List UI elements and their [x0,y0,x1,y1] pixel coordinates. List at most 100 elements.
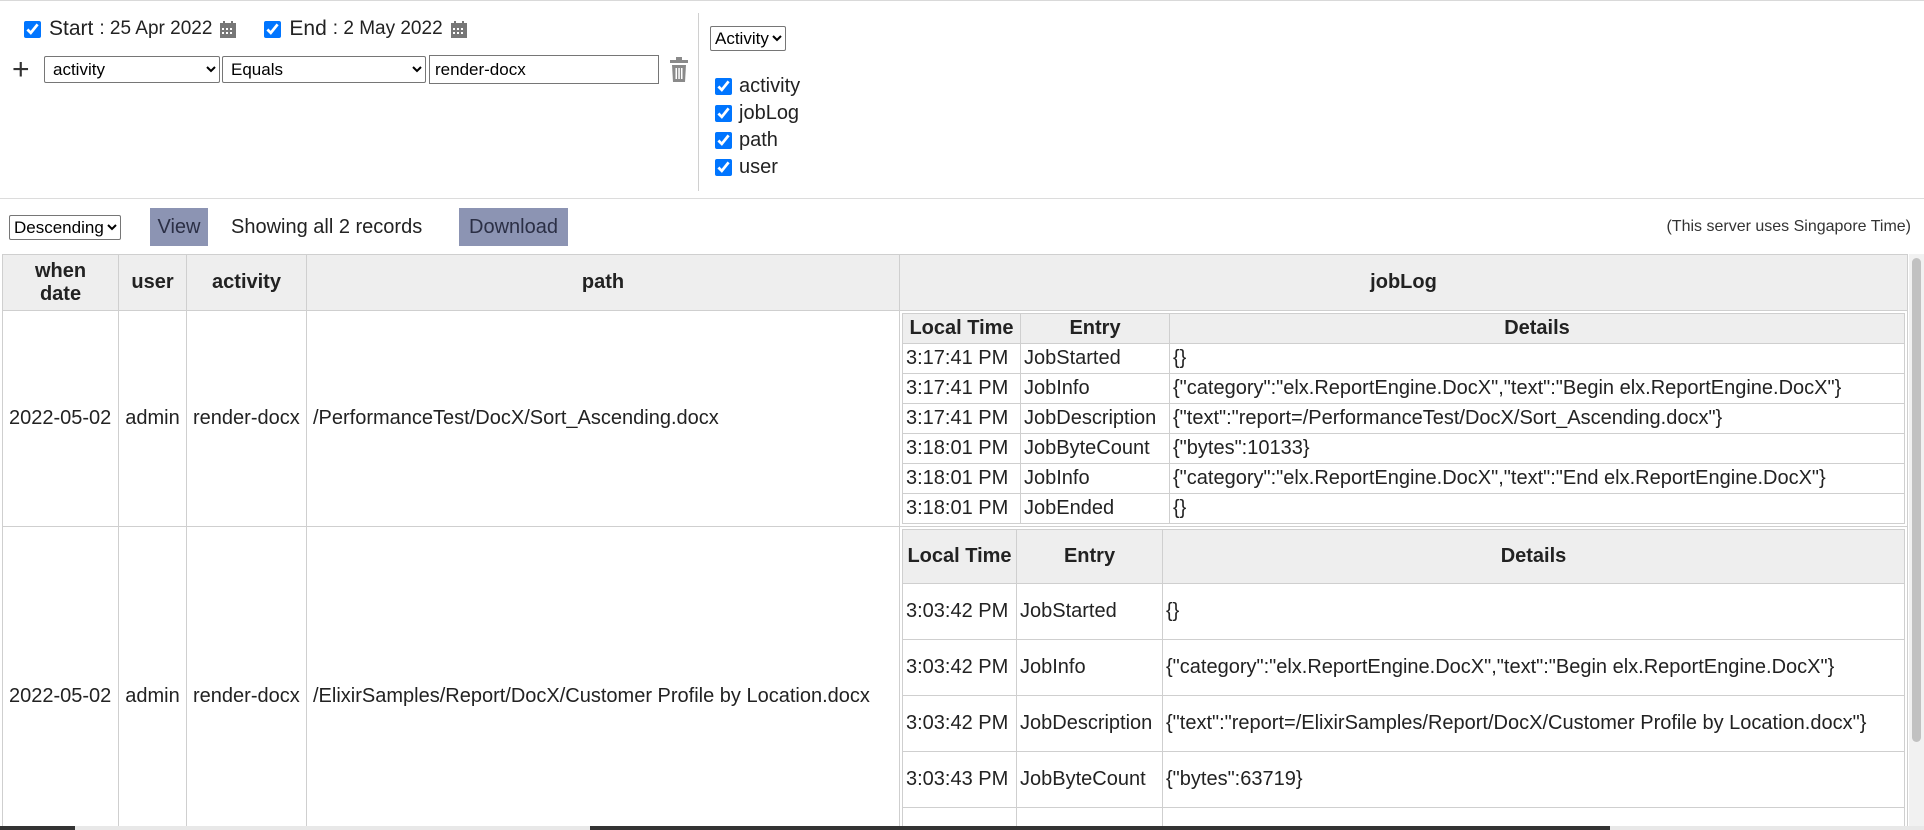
joblog-time: 3:03:42 PM [902,583,1017,640]
joblog-entry: JobInfo [1020,373,1170,404]
joblog-details: {} [1162,583,1905,640]
joblog-header-time: Local Time [902,529,1017,584]
cell-joblog: Local Time Entry Details 3:17:41 PM JobSt… [899,310,1908,527]
end-separator: : [332,18,344,39]
record-count: Showing all 2 records [231,216,423,238]
joblog-entry: JobInfo [1016,639,1163,696]
joblog-header-details: Details [1169,313,1905,344]
condition-row: + activity Equals [12,54,689,84]
start-date-label: Start [49,17,94,40]
cell-joblog: Local Time Entry Details 3:03:42 PM JobSt… [899,526,1908,830]
joblog-entry: JobByteCount [1020,433,1170,464]
cell-path: /PerformanceTest/DocX/Sort_Ascending.doc… [306,310,900,527]
column-toggle-activity[interactable]: activity [715,73,800,100]
vertical-scrollbar-thumb[interactable] [1912,258,1921,742]
joblog-time: 3:17:41 PM [902,373,1021,404]
date-range-row: Start : 25 Apr 2022 End : 2 May 2022 [22,17,493,41]
header-date-text: date [39,282,82,305]
joblog-entry: JobStarted [1016,583,1163,640]
joblog-row: 3:17:41 PM JobDescription {"text":"report=… [902,403,1905,434]
cell-date: 2022-05-02 [2,310,119,527]
results-table-container[interactable]: when date user activity path jobLog 2022-… [2,254,1908,830]
cell-activity: render-docx [186,310,307,527]
end-date-value[interactable]: : 2 May 2022 [333,18,443,40]
trash-icon[interactable] [669,56,689,83]
cell-activity: render-docx [186,526,307,830]
column-checkbox[interactable] [715,159,732,176]
header-user[interactable]: user [118,254,187,311]
column-label: path [739,129,778,151]
joblog-details: {"category":"elx.ReportEngine.DocX","tex… [1162,639,1905,696]
joblog-time: 3:18:01 PM [902,493,1021,524]
field-type-select[interactable]: Activity [710,26,786,51]
column-label: user [739,156,778,178]
table-row: 2022-05-02 admin render-docx /Performanc… [2,310,1908,527]
end-date-text: 2 May 2022 [343,18,443,39]
header-when-text: when [34,259,87,282]
column-checkbox[interactable] [715,105,732,122]
header-joblog[interactable]: jobLog [899,254,1908,311]
header-when-date[interactable]: when date [2,254,119,311]
joblog-details: {} [1169,343,1905,374]
cell-date: 2022-05-02 [2,526,119,830]
column-toggle-joblog[interactable]: jobLog [715,100,800,127]
joblog-time: 3:17:41 PM [902,343,1021,374]
joblog-details: {"bytes":10133} [1169,433,1905,464]
results-toolbar: Descending View Showing all 2 records Do… [0,208,1924,246]
plus-icon[interactable]: + [12,54,36,84]
joblog-table: Local Time Entry Details 3:03:42 PM JobSt… [902,529,1905,830]
joblog-time: 3:17:41 PM [902,403,1021,434]
joblog-entry: JobInfo [1020,463,1170,494]
cell-path: /ElixirSamples/Report/DocX/Customer Prof… [306,526,900,830]
joblog-row: 3:03:43 PM JobByteCount {"bytes":63719} [902,751,1905,808]
end-date-label: End [289,17,327,40]
joblog-row: 3:03:42 PM JobInfo {"category":"elx.Report… [902,639,1905,696]
joblog-entry: JobDescription [1016,695,1163,752]
joblog-row: 3:17:41 PM JobStarted{} [902,343,1905,374]
header-path[interactable]: path [306,254,900,311]
column-toggle-path[interactable]: path [715,127,800,154]
filter-panel: Start : 25 Apr 2022 End : 2 May 2022 + a… [0,1,1924,199]
joblog-row: 3:18:01 PM JobByteCount {"bytes":10133} [902,433,1905,464]
column-visibility-list: activity jobLog path user [715,73,800,181]
condition-value-input[interactable] [429,55,659,84]
horizontal-scrollbar-segment [0,826,75,830]
header-activity[interactable]: activity [186,254,307,311]
timezone-note: (This server uses Singapore Time) [1666,218,1911,235]
joblog-time: 3:03:42 PM [902,639,1017,696]
column-toggle-user[interactable]: user [715,154,800,181]
joblog-header-entry: Entry [1016,529,1163,584]
joblog-table: Local Time Entry Details 3:17:41 PM JobSt… [902,313,1905,524]
end-date-checkbox[interactable] [264,20,282,38]
column-checkbox[interactable] [715,132,732,149]
horizontal-scrollbar-segment [590,826,1610,830]
joblog-row: 3:03:42 PM JobStarted{} [902,583,1905,640]
joblog-details: {} [1169,493,1905,524]
joblog-details: {"category":"elx.ReportEngine.DocX","tex… [1169,373,1905,404]
joblog-time: 3:18:01 PM [902,433,1021,464]
calendar-icon[interactable] [220,20,237,38]
start-separator: : [99,18,110,39]
results-table: when date user activity path jobLog 2022-… [2,254,1908,830]
calendar-icon[interactable] [450,20,467,38]
start-date-value[interactable]: : 25 Apr 2022 [99,18,212,40]
start-date-checkbox[interactable] [24,20,41,38]
panel-divider [698,13,699,191]
cell-user: admin [118,526,187,830]
joblog-details: {"text":"report=/ElixirSamples/Report/Do… [1162,695,1905,752]
column-checkbox[interactable] [715,78,732,95]
condition-field-select[interactable]: activity [44,56,220,83]
condition-operator-select[interactable]: Equals [222,56,426,83]
joblog-details: {"category":"elx.ReportEngine.DocX","tex… [1169,463,1905,494]
joblog-header-time: Local Time [902,313,1021,344]
joblog-header-details: Details [1162,529,1905,584]
cell-user: admin [118,310,187,527]
sort-order-select[interactable]: Descending [9,215,121,240]
joblog-time: 3:18:01 PM [902,463,1021,494]
joblog-details: {"bytes":63719} [1162,751,1905,808]
joblog-row: 3:03:42 PM JobDescription {"text":"report=… [902,695,1905,752]
joblog-time: 3:03:43 PM [902,751,1017,808]
joblog-entry: JobByteCount [1016,751,1163,808]
download-button[interactable]: Download [459,208,568,246]
view-button[interactable]: View [150,208,208,246]
